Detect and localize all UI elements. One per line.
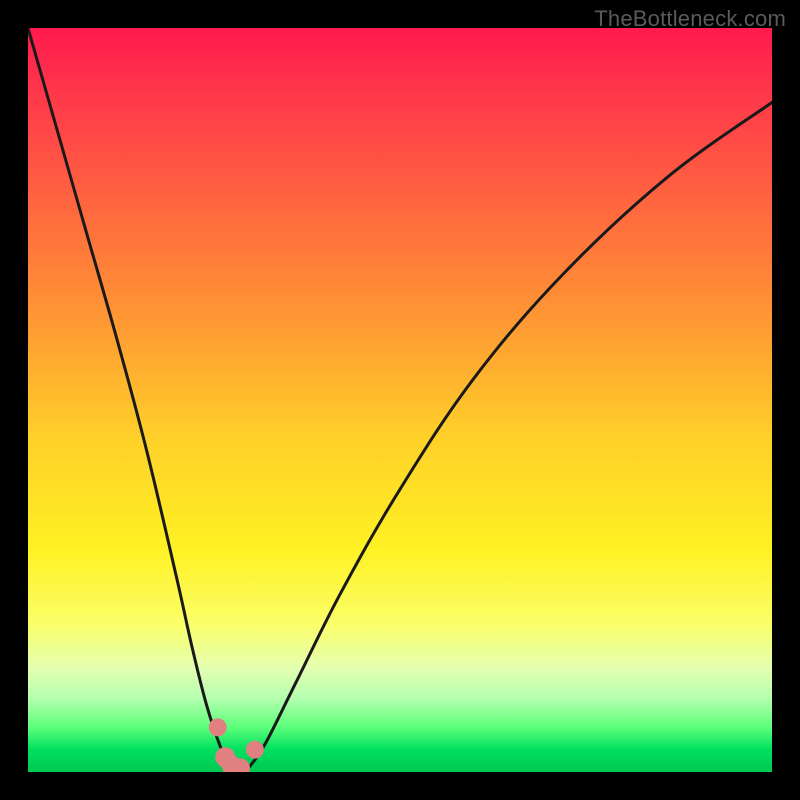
- curve-marker: [246, 741, 264, 759]
- plot-area: [28, 28, 772, 772]
- curve-markers: [209, 718, 264, 772]
- curve-marker: [209, 718, 227, 736]
- chart-frame: TheBottleneck.com: [0, 0, 800, 800]
- curve-path: [28, 28, 772, 772]
- bottleneck-curve: [28, 28, 772, 772]
